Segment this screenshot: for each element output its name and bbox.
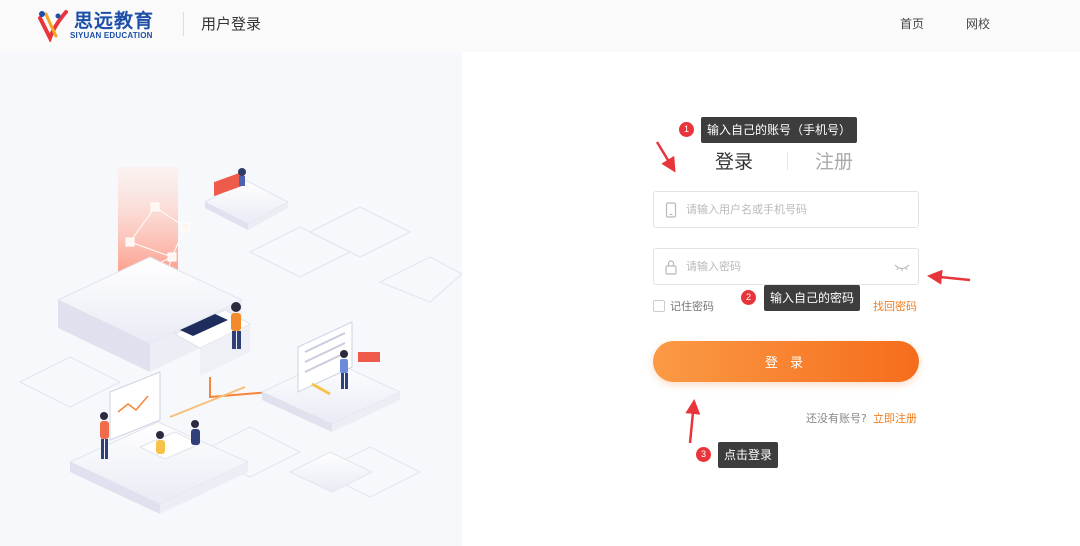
logo-text-cn: 思远教育 [74,10,155,32]
logo-text-en: SIYUAN EDUCATION [70,31,153,40]
annotation-2-label: 输入自己的密码 [764,285,861,311]
username-field[interactable] [653,191,919,228]
password-input[interactable] [686,249,886,284]
annotation-2-number: 2 [741,290,756,305]
register-now-link[interactable]: 立即注册 [873,410,917,426]
tab-register[interactable]: 注册 [815,147,853,174]
phone-icon [665,202,677,218]
page-title: 用户登录 [201,15,262,33]
no-account-text: 还没有账号? [806,412,867,425]
logo[interactable]: 思远教育 SIYUAN EDUCATION [36,6,166,44]
header-divider [183,12,184,36]
remember-password-label: 记住密码 [670,300,714,313]
nav-online-school-link[interactable]: 网校 [966,15,990,32]
tab-divider [787,152,788,170]
login-button[interactable]: 登 录 [653,341,919,382]
lock-icon [665,260,677,275]
password-field[interactable] [653,248,919,285]
tab-login[interactable]: 登录 [715,147,753,174]
annotation-1-label: 输入自己的账号（手机号） [701,117,858,143]
hero-illustration [0,52,462,546]
top-header: 思远教育 SIYUAN EDUCATION 用户登录 首页 网校 [0,0,1080,52]
annotation-3-number: 3 [696,447,711,462]
annotation-3-label: 点击登录 [718,442,779,468]
arrow-3-icon [685,399,701,444]
arrow-1-icon [655,141,676,173]
nav-home-link[interactable]: 首页 [900,15,924,32]
forgot-password-link[interactable]: 找回密码 [873,298,917,314]
arrow-2-icon [927,269,971,285]
checkbox-box[interactable] [653,300,665,312]
isometric-illustration [18,167,462,514]
logo-mark-icon [38,10,68,42]
username-input[interactable] [686,192,886,227]
annotation-1-number: 1 [679,122,694,137]
eye-icon[interactable] [894,261,910,273]
